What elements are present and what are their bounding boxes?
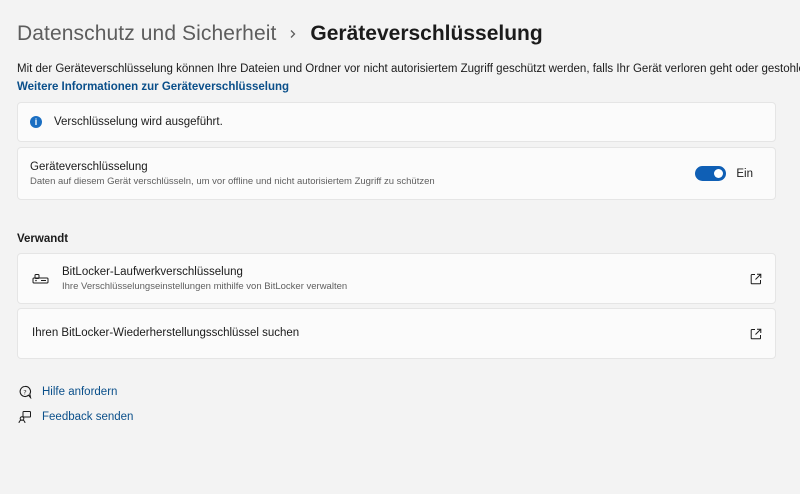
bitlocker-link-subtitle: Ihre Verschlüsselungseinstellungen mithi… [62,280,348,292]
info-icon: i [30,116,42,128]
encryption-status-bar: i Verschlüsselung wird ausgeführt. [17,102,776,142]
settings-page: Datenschutz und Sicherheit Geräteverschl… [0,17,800,494]
device-encryption-toggle[interactable] [695,166,727,181]
get-help-link[interactable]: Hilfe anfordern [42,386,117,398]
breadcrumb: Datenschutz und Sicherheit Geräteverschl… [17,17,777,51]
get-help-row[interactable]: ? Hilfe anfordern [17,383,777,401]
open-external-icon [750,273,762,285]
device-encryption-toggle-wrap: Ein [695,166,753,181]
feedback-row[interactable]: Feedback senden [17,408,777,426]
encryption-status-text: Verschlüsselung wird ausgeführt. [54,116,223,128]
bitlocker-key-icon [32,270,50,288]
recovery-key-link-title: Ihren BitLocker-Wiederherstellungsschlüs… [32,327,300,339]
bitlocker-link-title: BitLocker-Laufwerkverschlüsselung [62,265,243,278]
feedback-link[interactable]: Feedback senden [42,411,133,423]
help-links: ? Hilfe anfordern Feedback senden [17,383,777,426]
device-encryption-title: Geräteverschlüsselung [30,160,148,173]
device-encryption-setting: Geräteverschlüsselung Daten auf diesem G… [17,147,776,200]
related-section-title: Verwandt [17,233,69,245]
bitlocker-link-card[interactable]: BitLocker-Laufwerkverschlüsselung Ihre V… [17,253,776,304]
recovery-key-link-card[interactable]: Ihren BitLocker-Wiederherstellungsschlüs… [17,308,776,359]
open-external-icon [750,328,762,340]
breadcrumb-parent-link[interactable]: Datenschutz und Sicherheit [17,22,276,46]
device-encryption-subtitle: Daten auf diesem Gerät verschlüsseln, um… [30,175,435,187]
bitlocker-link-text: BitLocker-Laufwerkverschlüsselung Ihre V… [62,265,750,293]
more-info-link[interactable]: Weitere Informationen zur Geräteverschlü… [17,79,289,95]
device-encryption-text: Geräteverschlüsselung Daten auf diesem G… [30,160,435,188]
page-title: Geräteverschlüsselung [310,22,543,45]
toggle-state-label: Ein [736,167,753,180]
page-description: Mit der Geräteverschlüsselung können Ihr… [17,63,800,75]
feedback-icon [17,409,33,425]
toggle-knob [714,169,724,178]
help-chat-icon: ? [17,384,33,400]
recovery-key-link-text: Ihren BitLocker-Wiederherstellungsschlüs… [32,326,750,341]
svg-text:?: ? [23,388,26,396]
chevron-right-icon [276,29,310,39]
